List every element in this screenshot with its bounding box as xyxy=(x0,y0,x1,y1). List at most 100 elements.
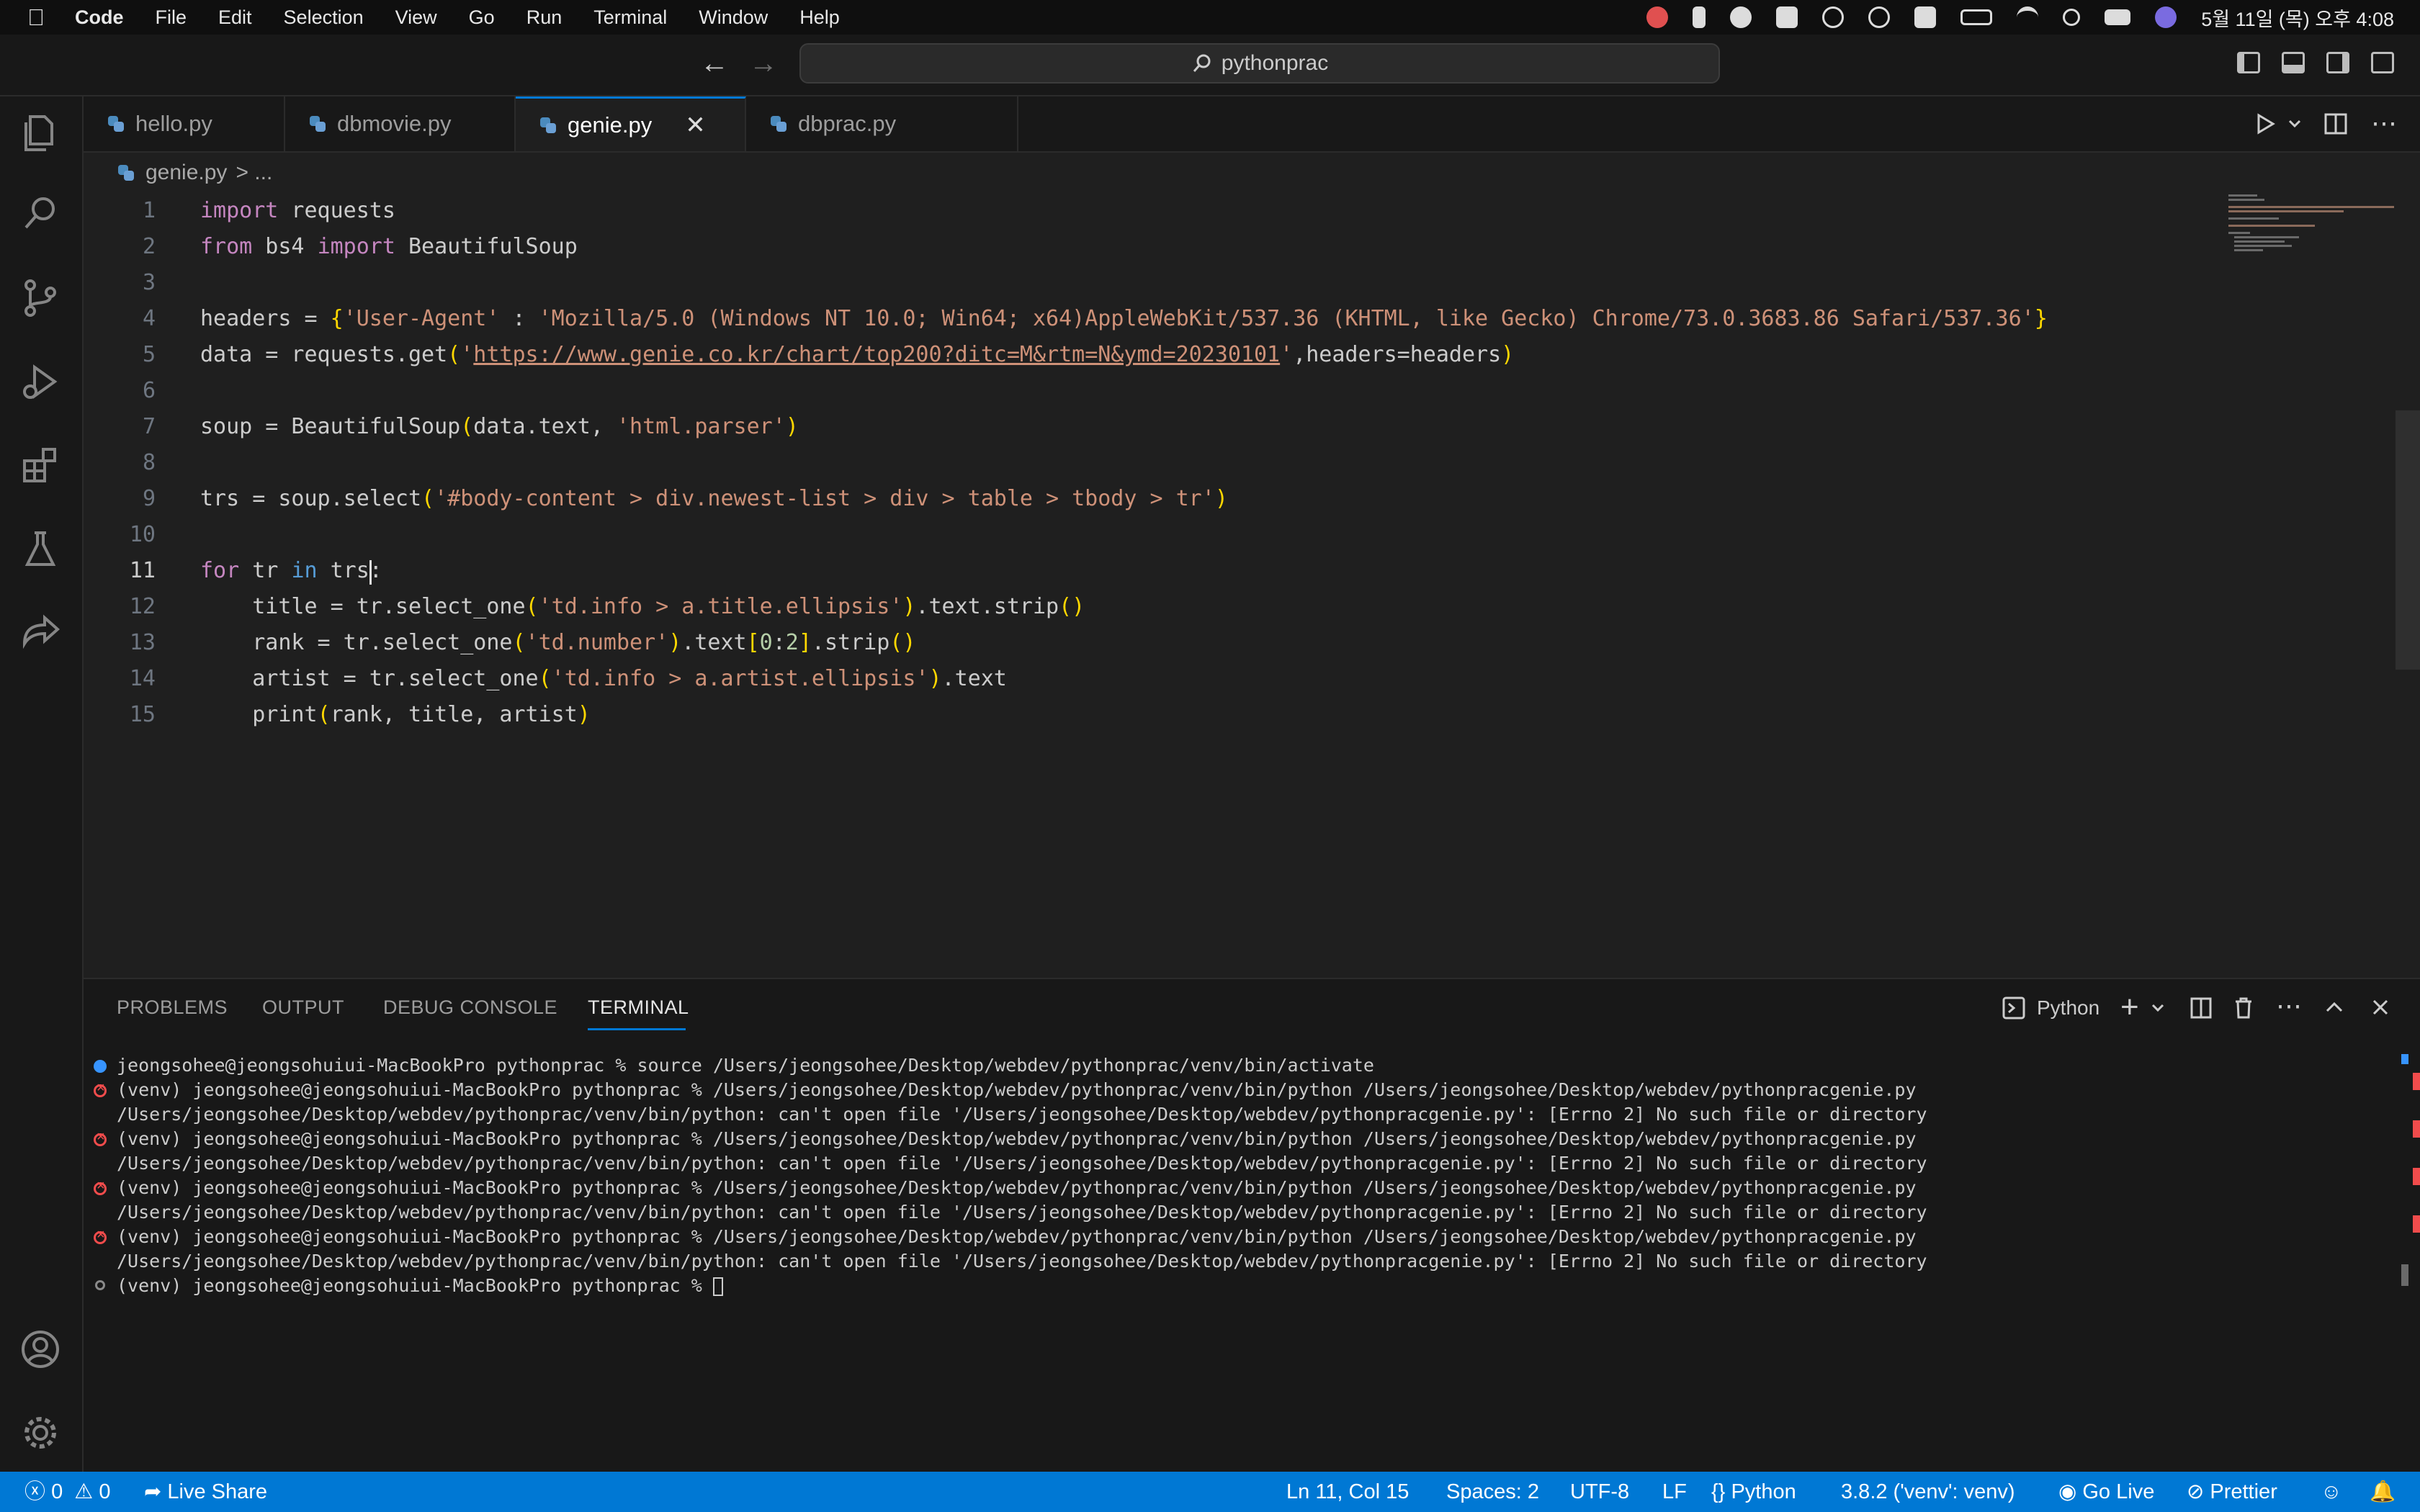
apple-icon[interactable]:  xyxy=(27,4,45,31)
line-code: title = tr.select_one('td.info > a.title… xyxy=(200,594,1085,619)
terminal-line: jeongsohee@jeongsohuiui-MacBookPro pytho… xyxy=(117,1055,1374,1076)
menu-run[interactable]: Run xyxy=(526,6,563,29)
terminal-scrollbar[interactable] xyxy=(2401,1264,2408,1286)
extensions-icon[interactable] xyxy=(19,444,62,487)
battery-icon[interactable] xyxy=(1960,9,1993,25)
gear-icon[interactable] xyxy=(19,1411,62,1454)
customize-layout-icon[interactable] xyxy=(2371,52,2394,73)
line-number: 2 xyxy=(142,234,156,259)
terminal-prompt: (venv) jeongsohee@jeongsohuiui-MacBookPr… xyxy=(117,1275,713,1296)
tab-debug-console[interactable]: DEBUG CONSOLE xyxy=(383,996,557,1019)
testing-flask-icon[interactable] xyxy=(19,527,62,570)
grid-app-icon[interactable] xyxy=(1776,6,1798,28)
command-center-search[interactable]: pythonprac xyxy=(799,43,1720,84)
indentation-status[interactable]: Spaces: 2 xyxy=(1446,1472,1539,1512)
tab-terminal[interactable]: TERMINAL xyxy=(588,996,689,1019)
menu-window[interactable]: Window xyxy=(699,6,768,29)
code-line: 13 rank = tr.select_one('td.number').tex… xyxy=(84,625,2244,661)
problems-status[interactable]: ⓧ 0 ⚠ 0 xyxy=(24,1472,110,1512)
menu-terminal[interactable]: Terminal xyxy=(593,6,667,29)
tab-dbmovie-py[interactable]: dbmovie.py xyxy=(285,96,516,151)
more-actions-icon[interactable]: ⋯ xyxy=(2276,991,2302,1021)
siri-icon[interactable] xyxy=(2155,6,2177,28)
arrow-left-icon[interactable]: ← xyxy=(700,48,729,80)
figma-icon[interactable] xyxy=(1693,6,1706,28)
close-icon[interactable]: ✕ xyxy=(685,111,706,140)
error-scroll-marker xyxy=(2413,1120,2420,1138)
menu-selection[interactable]: Selection xyxy=(284,6,364,29)
tab-label: genie.py xyxy=(568,112,653,138)
menu-view[interactable]: View xyxy=(395,6,437,29)
menubar-clock[interactable]: 5월 11일 (목) 오후 4:08 xyxy=(2201,4,2394,32)
tab-hello-py[interactable]: hello.py xyxy=(84,96,285,151)
spotlight-search-icon[interactable] xyxy=(2063,9,2081,26)
go-live-button[interactable]: ◉ Go Live xyxy=(2058,1472,2154,1512)
editor-scrollbar[interactable] xyxy=(2396,410,2420,670)
sync-icon[interactable] xyxy=(1730,6,1752,28)
toggle-primary-sidebar-icon[interactable] xyxy=(2237,52,2260,73)
plus-icon[interactable]: + xyxy=(2120,989,2139,1025)
line-number: 15 xyxy=(129,702,156,727)
live-share-status[interactable]: ➦ Live Share xyxy=(144,1472,267,1512)
line-code: for tr in trs: xyxy=(200,558,382,583)
feedback-icon[interactable]: ☺ xyxy=(2321,1472,2342,1512)
terminal-prompt-line[interactable]: (venv) jeongsohee@jeongsohuiui-MacBookPr… xyxy=(117,1274,723,1298)
more-actions-icon[interactable]: ⋯ xyxy=(2371,108,2397,138)
prettier-status[interactable]: ⊘ Prettier xyxy=(2187,1472,2277,1512)
bell-icon[interactable]: 🔔 xyxy=(2370,1472,2396,1512)
warning-count: 0 xyxy=(99,1480,111,1503)
run-debug-icon[interactable] xyxy=(19,360,62,403)
account-icon[interactable] xyxy=(19,1328,62,1371)
split-editor-icon[interactable] xyxy=(2323,112,2348,135)
control-center-icon[interactable] xyxy=(2105,9,2131,25)
arrow-right-icon[interactable]: → xyxy=(749,48,778,80)
close-icon[interactable] xyxy=(2371,998,2390,1017)
chevron-down-icon[interactable] xyxy=(2151,1002,2165,1014)
search-icon[interactable] xyxy=(19,192,62,235)
menu-go[interactable]: Go xyxy=(469,6,495,29)
menu-help[interactable]: Help xyxy=(799,6,840,29)
input-source-icon[interactable] xyxy=(1914,6,1937,28)
trash-icon[interactable] xyxy=(2233,996,2254,1020)
language-mode[interactable]: {} Python xyxy=(1711,1472,1796,1512)
toggle-panel-icon[interactable] xyxy=(2282,52,2305,73)
terminal-icon xyxy=(2002,996,2025,1020)
tab-genie-py[interactable]: genie.py ✕ xyxy=(516,96,746,151)
source-control-icon[interactable] xyxy=(19,276,62,320)
play-icon[interactable] xyxy=(1822,6,1845,28)
line-number: 4 xyxy=(142,306,156,331)
tab-output[interactable]: OUTPUT xyxy=(262,996,344,1019)
minimap[interactable] xyxy=(2224,193,2397,265)
command-center-label: pythonprac xyxy=(1221,51,1329,75)
code-line: 7 soup = BeautifulSoup(data.text, 'html.p… xyxy=(84,409,2244,445)
python-file-icon xyxy=(771,116,786,132)
cursor-position[interactable]: Ln 11, Col 15 xyxy=(1286,1472,1409,1512)
user-circle-icon[interactable] xyxy=(1868,6,1891,28)
eol-status[interactable]: LF xyxy=(1662,1472,1687,1512)
braces-icon: {} xyxy=(1711,1480,1726,1503)
tab-dbprac-py[interactable]: dbprac.py xyxy=(746,96,1018,151)
tab-problems[interactable]: PROBLEMS xyxy=(117,996,228,1019)
menu-file[interactable]: File xyxy=(156,6,187,29)
notification-icon[interactable] xyxy=(1646,6,1669,28)
menu-app-name[interactable]: Code xyxy=(75,6,124,29)
maximize-panel-chevron-up-icon[interactable] xyxy=(2325,999,2344,1015)
breadcrumb-symbol[interactable]: > ... xyxy=(236,161,272,185)
python-interpreter[interactable]: 3.8.2 ('venv': venv) xyxy=(1841,1472,2015,1512)
encoding-status[interactable]: UTF-8 xyxy=(1570,1472,1629,1512)
toggle-secondary-sidebar-icon[interactable] xyxy=(2326,52,2349,73)
split-terminal-icon[interactable] xyxy=(2190,996,2213,1020)
terminal-instance-label[interactable]: Python xyxy=(2037,996,2099,1020)
menu-edit[interactable]: Edit xyxy=(218,6,252,29)
terminal-line: (venv) jeongsohee@jeongsohuiui-MacBookPr… xyxy=(117,1079,1917,1100)
explorer-files-icon[interactable] xyxy=(19,111,62,154)
wifi-icon[interactable] xyxy=(2017,6,2039,28)
run-play-icon[interactable] xyxy=(2254,112,2277,135)
chevron-down-icon[interactable] xyxy=(2287,118,2302,130)
code-line: 1 import requests xyxy=(84,193,2244,229)
search-icon xyxy=(1193,54,1211,72)
breadcrumb-file[interactable]: genie.py xyxy=(145,161,227,185)
code-editor[interactable]: 1 import requests 2 from bs4 import Beauti… xyxy=(84,193,2420,978)
live-share-icon[interactable] xyxy=(19,608,62,651)
command-error-icon xyxy=(94,1080,107,1097)
